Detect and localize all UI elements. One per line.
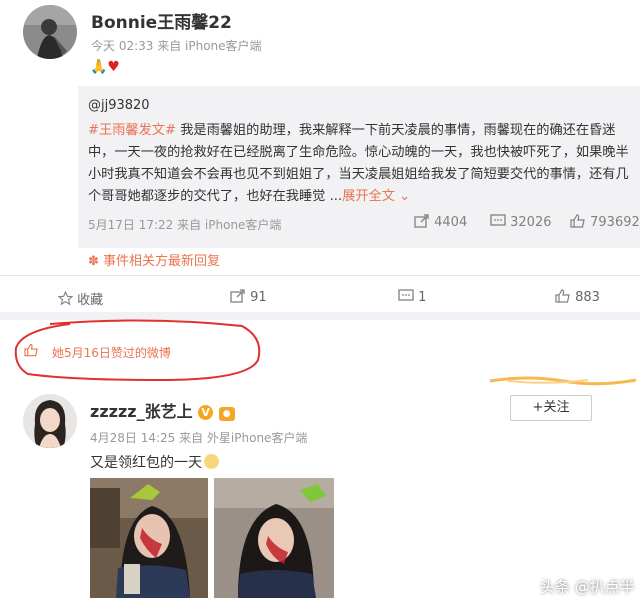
comment-icon xyxy=(490,214,506,226)
expand-link[interactable]: 展开全文 ⌄ xyxy=(342,189,410,204)
post-text: 又是领红包的一天 xyxy=(90,452,219,472)
divider xyxy=(0,275,640,276)
event-link[interactable]: ✽ 事件相关方最新回复 xyxy=(88,250,220,269)
username[interactable]: Bonnie王雨馨22 xyxy=(91,8,232,33)
retweet-comment-stat[interactable]: 32026 xyxy=(490,214,552,230)
repost-button[interactable]: 91 xyxy=(230,289,267,305)
post-photo[interactable] xyxy=(90,478,208,598)
star-icon xyxy=(57,290,74,306)
thumbs-up-icon xyxy=(555,289,570,303)
share-icon xyxy=(414,214,429,228)
username[interactable]: zzzzz_张艺上 V ● xyxy=(90,398,235,422)
retweet-repost-stat[interactable]: 4404 xyxy=(414,214,467,230)
repost-count: 4404 xyxy=(434,215,468,230)
post-meta: 4月28日 14:25 来自 外星iPhone客户端 xyxy=(90,431,308,445)
decorative-streak xyxy=(489,376,637,386)
like-count: 793692 xyxy=(590,215,640,230)
retweet-like-stat[interactable]: 793692 xyxy=(570,214,640,230)
verified-icon: V xyxy=(198,405,214,420)
retweet-user[interactable]: @jj93820 xyxy=(88,98,150,113)
retweet-text: #王雨馨发文# 我是雨馨姐的助理，我来解释一下前天凌晨的事情，雨馨现在的确还在昏… xyxy=(88,120,633,208)
cat-emoji-icon xyxy=(204,454,219,469)
hashtag[interactable]: #王雨馨发文# xyxy=(88,123,176,138)
like-button[interactable]: 883 xyxy=(555,289,600,305)
thumbs-up-icon xyxy=(570,214,585,228)
retweet-date: 5月17日 17:22 来自 iPhone客户端 xyxy=(88,218,282,232)
post-meta: 今天 02:33 来自 iPhone客户端 xyxy=(91,39,262,53)
follow-button[interactable]: +关注 xyxy=(510,395,592,421)
annotation-circle xyxy=(14,319,261,382)
level-badge-icon: ● xyxy=(218,407,235,421)
avatar[interactable] xyxy=(23,5,77,59)
comment-button[interactable]: 1 xyxy=(398,289,426,305)
comment-count: 32026 xyxy=(510,215,552,230)
flower-icon: ✽ xyxy=(88,254,99,269)
share-icon xyxy=(230,289,245,303)
watermark: 头条 @扒点半 xyxy=(540,578,635,596)
post-photo[interactable] xyxy=(214,478,334,598)
emoji: 🙏♥ xyxy=(90,59,120,75)
avatar[interactable] xyxy=(23,394,77,448)
favorite-button[interactable]: 收藏 xyxy=(57,289,103,308)
comment-icon xyxy=(398,289,414,301)
